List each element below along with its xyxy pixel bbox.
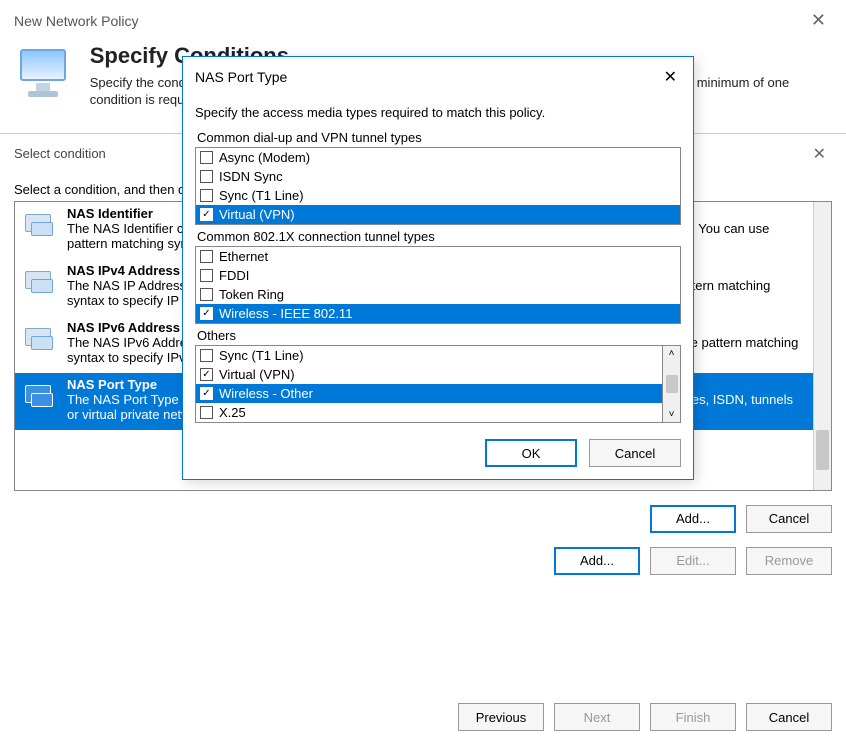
checkbox-icon[interactable] <box>200 151 213 164</box>
checkbox-icon[interactable] <box>200 208 213 221</box>
list-item[interactable]: FDDI <box>196 266 680 285</box>
checkbox-icon[interactable] <box>200 269 213 282</box>
listbox-others[interactable]: Sync (T1 Line) Virtual (VPN) Wireless - … <box>195 345 663 423</box>
checkbox-icon[interactable] <box>200 250 213 263</box>
list-item-label: FDDI <box>219 268 249 283</box>
list-item-label: Async (Modem) <box>219 150 310 165</box>
server-icon <box>21 320 57 356</box>
list-item-label: Ethernet <box>219 249 268 264</box>
list-item[interactable]: Async (Modem) <box>196 148 680 167</box>
list-item[interactable]: Virtual (VPN) <box>196 205 680 224</box>
list-item[interactable]: Wireless - Other <box>196 384 662 403</box>
listbox-8021x[interactable]: Ethernet FDDI Token Ring Wireless - IEEE… <box>195 246 681 324</box>
scrollbar[interactable] <box>813 202 831 490</box>
close-icon[interactable]: ✕ <box>807 142 832 166</box>
checkbox-icon[interactable] <box>200 170 213 183</box>
group-label-8021x: Common 802.1X connection tunnel types <box>197 229 681 244</box>
list-item-label: Token Ring <box>219 287 284 302</box>
checkbox-icon[interactable] <box>200 368 213 381</box>
cancel-button[interactable]: Cancel <box>746 703 832 731</box>
list-item-label: Wireless - IEEE 802.11 <box>219 306 352 321</box>
list-item[interactable]: Virtual (VPN) <box>196 365 662 384</box>
list-item[interactable]: ISDN Sync <box>196 167 680 186</box>
server-icon <box>21 206 57 242</box>
list-item[interactable]: Wireless - IEEE 802.11 <box>196 304 680 323</box>
monitor-icon <box>14 43 72 101</box>
server-icon <box>21 263 57 299</box>
close-icon[interactable]: ✕ <box>658 65 683 89</box>
list-item-label: Sync (T1 Line) <box>219 188 304 203</box>
add-button[interactable]: Add... <box>650 505 736 533</box>
ok-button[interactable]: OK <box>485 439 577 467</box>
checkbox-icon[interactable] <box>200 406 213 419</box>
add-condition-button[interactable]: Add... <box>554 547 640 575</box>
list-item[interactable]: Ethernet <box>196 247 680 266</box>
next-button: Next <box>554 703 640 731</box>
scrollbar[interactable]: ˄ ˅ <box>663 345 681 423</box>
group-label-dialup-vpn: Common dial-up and VPN tunnel types <box>197 130 681 145</box>
finish-button: Finish <box>650 703 736 731</box>
checkbox-icon[interactable] <box>200 387 213 400</box>
list-item-label: Virtual (VPN) <box>219 207 295 222</box>
cancel-button[interactable]: Cancel <box>589 439 681 467</box>
list-item-label: Virtual (VPN) <box>219 367 295 382</box>
list-item[interactable]: Sync (T1 Line) <box>196 186 680 205</box>
checkbox-icon[interactable] <box>200 307 213 320</box>
list-item-label: X.25 <box>219 405 246 420</box>
cancel-button[interactable]: Cancel <box>746 505 832 533</box>
group-label-others: Others <box>197 328 681 343</box>
list-item[interactable]: Sync (T1 Line) <box>196 346 662 365</box>
checkbox-icon[interactable] <box>200 288 213 301</box>
edit-button: Edit... <box>650 547 736 575</box>
listbox-dialup-vpn[interactable]: Async (Modem) ISDN Sync Sync (T1 Line) V… <box>195 147 681 225</box>
list-item-label: Sync (T1 Line) <box>219 348 304 363</box>
scrollbar-thumb[interactable] <box>816 430 829 470</box>
server-icon <box>21 377 57 413</box>
scroll-up-icon[interactable]: ˄ <box>663 346 680 361</box>
close-icon[interactable]: ✕ <box>805 8 832 33</box>
checkbox-icon[interactable] <box>200 349 213 362</box>
scroll-down-icon[interactable]: ˅ <box>663 407 680 422</box>
list-item[interactable]: X.25 <box>196 403 662 422</box>
nas-port-type-dialog: NAS Port Type ✕ Specify the access media… <box>182 56 694 480</box>
wizard-title: New Network Policy <box>14 13 138 29</box>
list-item[interactable]: Token Ring <box>196 285 680 304</box>
scrollbar-thumb[interactable] <box>666 375 678 393</box>
dialog-title: NAS Port Type <box>195 69 287 85</box>
list-item-label: Wireless - Other <box>219 386 313 401</box>
remove-button: Remove <box>746 547 832 575</box>
checkbox-icon[interactable] <box>200 189 213 202</box>
dialog-instruction: Specify the access media types required … <box>195 105 681 120</box>
previous-button[interactable]: Previous <box>458 703 544 731</box>
select-condition-label: Select condition <box>14 146 106 161</box>
list-item-label: ISDN Sync <box>219 169 283 184</box>
